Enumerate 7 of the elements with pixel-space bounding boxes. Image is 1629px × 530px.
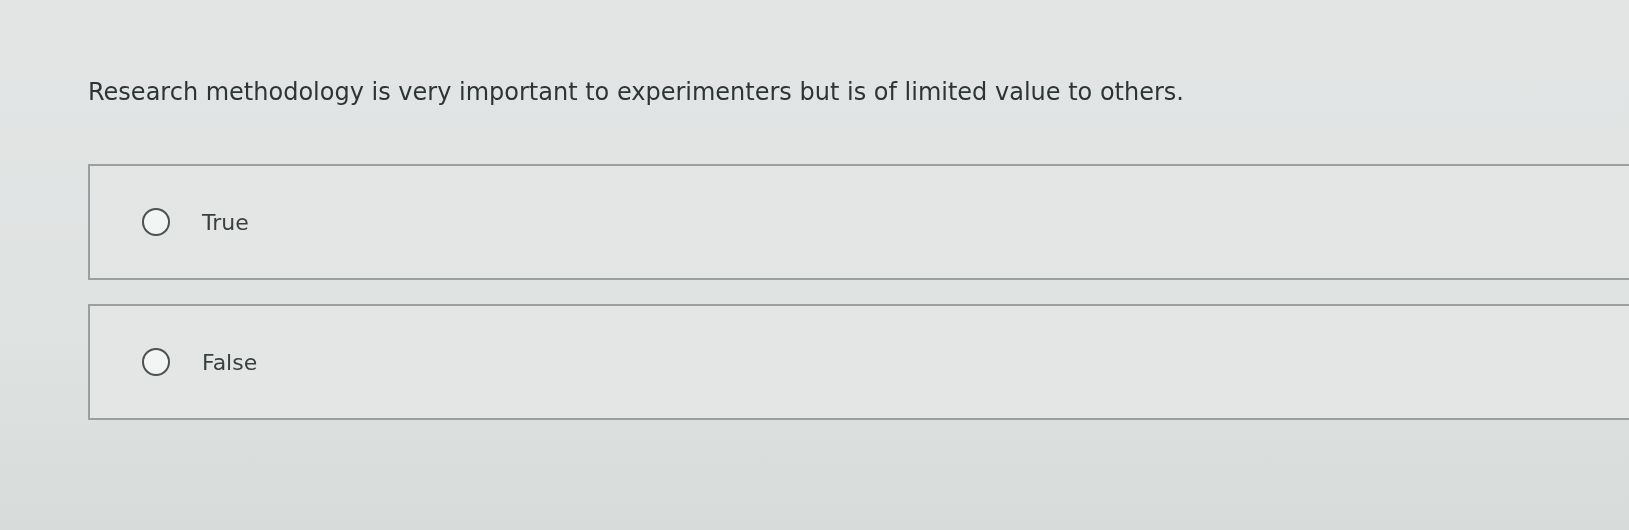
question-text: Research methodology is very important to experimenters but is of limited value to others. (88, 78, 1185, 106)
option-label: False (202, 349, 258, 375)
radio-button[interactable] (142, 208, 170, 236)
option-label: True (202, 209, 249, 235)
radio-button[interactable] (142, 348, 170, 376)
answer-option[interactable]: False (88, 304, 1629, 420)
answer-option[interactable]: True (88, 164, 1629, 280)
